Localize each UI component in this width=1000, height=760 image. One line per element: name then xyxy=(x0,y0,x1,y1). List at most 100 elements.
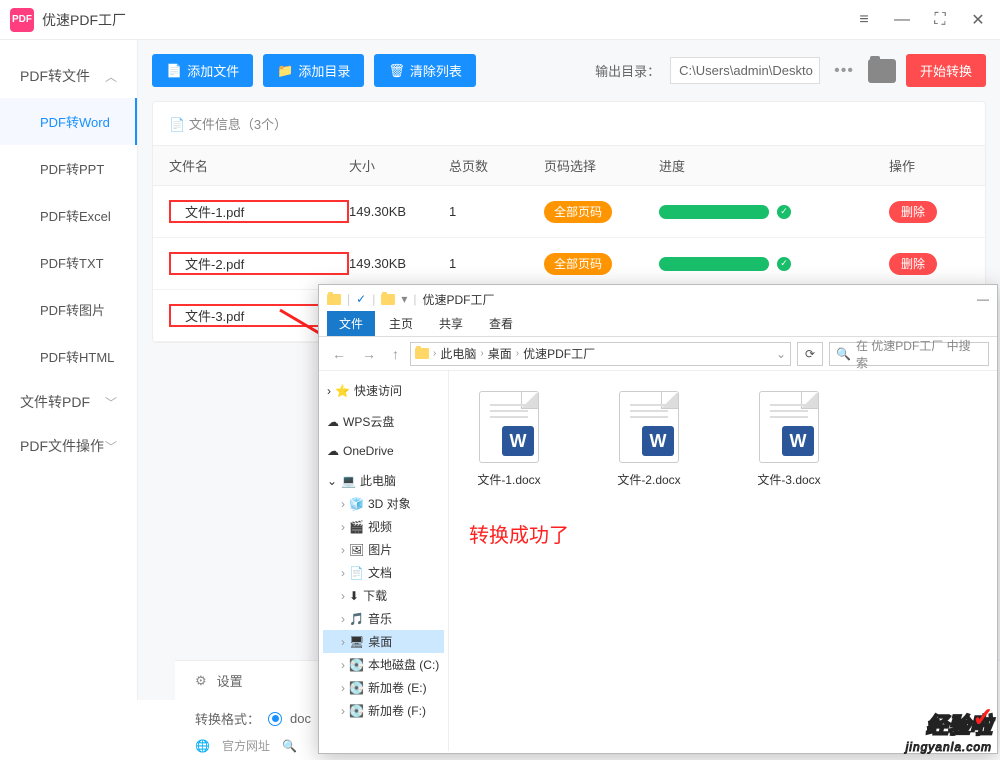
page-select-button[interactable]: 全部页码 xyxy=(544,201,612,223)
tree-documents[interactable]: › 📄 文档 xyxy=(323,561,444,584)
breadcrumb[interactable]: 优速PDF工厂 xyxy=(523,345,595,362)
table-row[interactable]: 文件-2.pdf 149.30KB 1 全部页码 ✓ 删除 xyxy=(153,238,985,290)
app-logo: PDF xyxy=(10,8,34,32)
tab-view[interactable]: 查看 xyxy=(477,311,525,336)
panel-heading: 📄 文件信息（3个） xyxy=(153,102,985,145)
breadcrumb[interactable]: 桌面 xyxy=(488,345,512,362)
file-explorer-window: |✓| ▾| 优速PDF工厂 — 文件 主页 共享 查看 ← → ↑ › 此电脑… xyxy=(318,284,998,754)
output-dir-field[interactable]: C:\Users\admin\Deskto xyxy=(670,57,820,84)
docx-icon: W xyxy=(619,391,679,463)
tree-disk-f[interactable]: › 💽 新加卷 (F:) xyxy=(323,699,444,722)
sidebar-item-pdf-to-image[interactable]: PDF转图片 xyxy=(0,286,137,333)
start-convert-button[interactable]: 开始转换 xyxy=(906,54,986,87)
sidebar-item-pdf-to-word[interactable]: PDF转Word xyxy=(0,98,137,145)
search-placeholder: 在 优速PDF工厂 中搜索 xyxy=(856,337,982,371)
watermark-url: jingyanla.com xyxy=(906,740,992,754)
tree-pictures[interactable]: › 🖼 图片 xyxy=(323,538,444,561)
delete-button[interactable]: 删除 xyxy=(889,253,937,275)
chevron-down-icon: ﹀ xyxy=(105,394,117,411)
file-pages-cell: 1 xyxy=(449,204,544,219)
sidebar-cat-file-to-pdf[interactable]: 文件转PDF ﹀ xyxy=(0,380,137,424)
gear-icon[interactable]: ⚙ xyxy=(195,673,207,689)
tree-wps[interactable]: ☁ WPS云盘 xyxy=(323,410,444,433)
minimize-button[interactable]: — xyxy=(977,292,989,306)
page-select-button[interactable]: 全部页码 xyxy=(544,253,612,275)
file-item[interactable]: W 文件-1.docx xyxy=(459,391,559,488)
breadcrumb[interactable]: 此电脑 xyxy=(440,345,476,362)
up-button[interactable]: ↑ xyxy=(387,344,404,364)
open-folder-button[interactable] xyxy=(868,59,896,83)
menu-icon[interactable]: ≡ xyxy=(852,8,876,32)
clear-list-button[interactable]: 🗑 清除列表 xyxy=(374,54,476,87)
check-icon: ✓ xyxy=(777,257,791,271)
tree-disk-c[interactable]: › 💽 本地磁盘 (C:) xyxy=(323,653,444,676)
col-size: 大小 xyxy=(349,156,449,175)
toolbar: 📄 添加文件 📁 添加目录 🗑 清除列表 输出目录： C:\Users\admi… xyxy=(152,54,986,87)
table-header: 文件名 大小 总页数 页码选择 进度 操作 xyxy=(153,145,985,186)
file-pages-cell: 1 xyxy=(449,256,544,271)
folder-icon xyxy=(327,294,341,305)
refresh-button[interactable]: ⟳ xyxy=(797,342,823,366)
file-size-cell: 149.30KB xyxy=(349,256,449,271)
tab-share[interactable]: 共享 xyxy=(427,311,475,336)
checkmark-icon: ✓ xyxy=(972,702,994,733)
explorer-titlebar[interactable]: |✓| ▾| 优速PDF工厂 — xyxy=(319,285,997,313)
tree-quick-access[interactable]: › ⭐ 快速访问 xyxy=(323,379,444,402)
format-value: doc xyxy=(290,711,311,726)
maximize-button[interactable]: ⛶ xyxy=(928,8,952,32)
explorer-ribbon-tabs: 文件 主页 共享 查看 xyxy=(319,313,997,337)
tab-file[interactable]: 文件 xyxy=(327,311,375,336)
sidebar-item-pdf-to-html[interactable]: PDF转HTML xyxy=(0,333,137,380)
minimize-button[interactable]: — xyxy=(890,8,914,32)
file-item[interactable]: W 文件-3.docx xyxy=(739,391,839,488)
table-row[interactable]: 文件-1.pdf 149.30KB 1 全部页码 ✓ 删除 xyxy=(153,186,985,238)
explorer-file-pane[interactable]: W 文件-1.docx W 文件-2.docx W 文件-3.docx 转换成功… xyxy=(449,371,997,751)
file-name-cell: 文件-1.pdf xyxy=(169,200,349,223)
tree-this-pc[interactable]: ⌄ 💻 此电脑 xyxy=(323,469,444,492)
forward-button[interactable]: → xyxy=(357,344,381,364)
sidebar-item-pdf-to-txt[interactable]: PDF转TXT xyxy=(0,239,137,286)
globe-icon: 🌐 xyxy=(195,739,210,753)
format-label: 转换格式： xyxy=(195,709,260,728)
docx-icon: W xyxy=(759,391,819,463)
file-name-cell: 文件-2.pdf xyxy=(169,252,349,275)
chevron-down-icon: ﹀ xyxy=(105,438,117,455)
explorer-search[interactable]: 🔍 在 优速PDF工厂 中搜索 xyxy=(829,342,989,366)
sidebar-item-pdf-to-ppt[interactable]: PDF转PPT xyxy=(0,145,137,192)
app-title: 优速PDF工厂 xyxy=(42,10,126,30)
back-button[interactable]: ← xyxy=(327,344,351,364)
sidebar-cat-pdf-ops[interactable]: PDF文件操作 ﹀ xyxy=(0,424,137,468)
tree-downloads[interactable]: › ⬇ 下载 xyxy=(323,584,444,607)
close-button[interactable]: ✕ xyxy=(966,8,990,32)
chevron-up-icon: ︿ xyxy=(105,68,117,85)
col-op: 操作 xyxy=(889,156,969,175)
progress-bar xyxy=(659,257,769,271)
sidebar: PDF转文件 ︿ PDF转Word PDF转PPT PDF转Excel PDF转… xyxy=(0,40,138,700)
official-site-link[interactable]: 官方网址 xyxy=(222,737,270,754)
watermark: 经验啦 ✓ jingyanla.com xyxy=(906,708,992,754)
more-icon[interactable]: ••• xyxy=(830,60,858,82)
tree-onedrive[interactable]: ☁ OneDrive xyxy=(323,441,444,461)
explorer-nav: ← → ↑ › 此电脑› 桌面› 优速PDF工厂 ⌄ ⟳ 🔍 在 优速PDF工厂… xyxy=(319,337,997,371)
output-dir-label: 输出目录： xyxy=(595,61,660,80)
file-item[interactable]: W 文件-2.docx xyxy=(599,391,699,488)
tree-3d-objects[interactable]: › 🧊 3D 对象 xyxy=(323,492,444,515)
settings-label: 设置 xyxy=(217,671,243,690)
tab-home[interactable]: 主页 xyxy=(377,311,425,336)
explorer-tree: › ⭐ 快速访问 ☁ WPS云盘 ☁ OneDrive ⌄ 💻 此电脑 › 🧊 … xyxy=(319,371,449,751)
tree-desktop[interactable]: › 🖥 桌面 xyxy=(323,630,444,653)
titlebar: PDF 优速PDF工厂 ≡ — ⛶ ✕ xyxy=(0,0,1000,40)
add-file-button[interactable]: 📄 添加文件 xyxy=(152,54,253,87)
sidebar-cat-pdf-to-file[interactable]: PDF转文件 ︿ xyxy=(0,54,137,98)
file-label: 文件-3.docx xyxy=(739,471,839,488)
delete-button[interactable]: 删除 xyxy=(889,201,937,223)
tree-videos[interactable]: › 🎬 视频 xyxy=(323,515,444,538)
search-icon[interactable]: 🔍 xyxy=(282,739,297,753)
sidebar-item-pdf-to-excel[interactable]: PDF转Excel xyxy=(0,192,137,239)
add-dir-button[interactable]: 📁 添加目录 xyxy=(263,54,364,87)
address-bar[interactable]: › 此电脑› 桌面› 优速PDF工厂 ⌄ xyxy=(410,342,791,366)
format-radio[interactable] xyxy=(268,712,282,726)
chevron-down-icon[interactable]: ⌄ xyxy=(776,347,786,361)
tree-music[interactable]: › 🎵 音乐 xyxy=(323,607,444,630)
tree-disk-e[interactable]: › 💽 新加卷 (E:) xyxy=(323,676,444,699)
